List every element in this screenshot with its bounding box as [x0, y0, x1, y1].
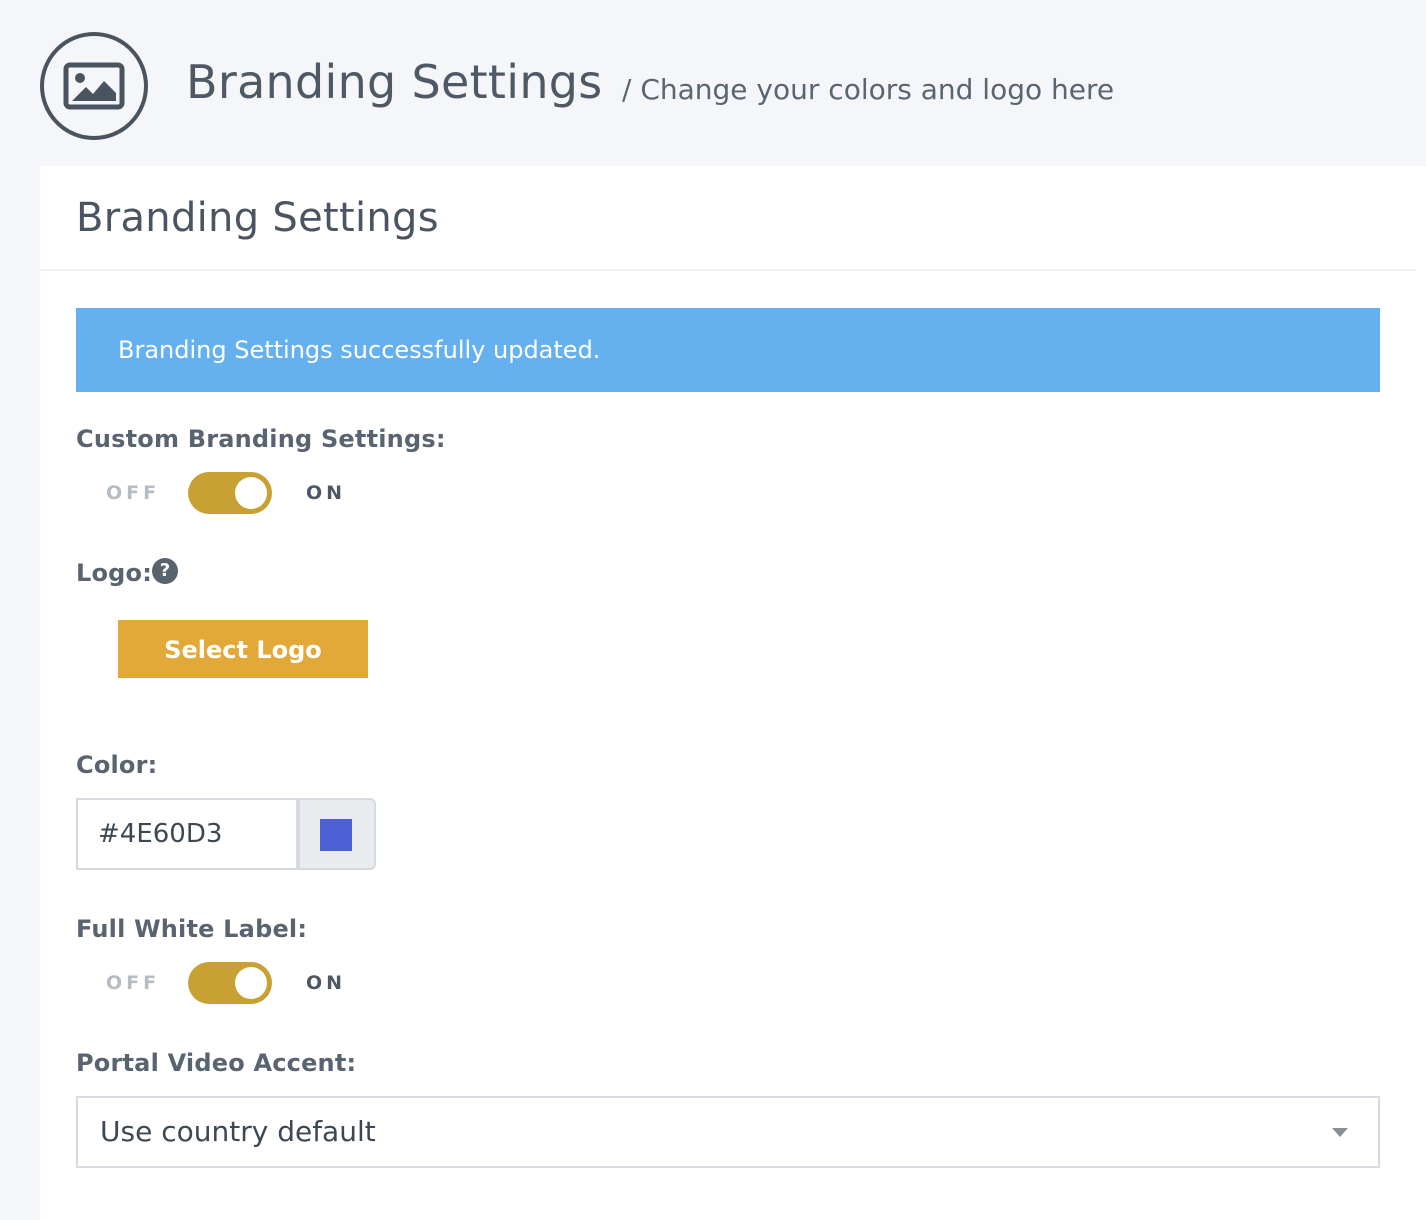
portal-video-accent-select[interactable]: Use country default	[76, 1096, 1380, 1168]
card-divider	[40, 269, 1416, 271]
custom-branding-label: Custom Branding Settings:	[76, 425, 446, 453]
switch-knob	[235, 477, 267, 509]
color-picker-button[interactable]	[298, 798, 376, 870]
success-alert: Branding Settings successfully updated.	[76, 308, 1380, 392]
custom-branding-switch[interactable]	[188, 472, 272, 514]
portal-video-accent-label: Portal Video Accent:	[76, 1049, 357, 1077]
card-title: Branding Settings	[76, 195, 439, 241]
full-white-label-off-label: OFF	[106, 972, 161, 994]
custom-branding-toggle-row: OFF ON	[76, 472, 476, 514]
color-hex-input[interactable]	[76, 798, 298, 870]
chevron-down-icon	[1332, 1128, 1348, 1137]
page-header: Branding Settings / Change your colors a…	[0, 0, 1426, 166]
full-white-label-label: Full White Label:	[76, 915, 308, 943]
full-white-label-switch[interactable]	[188, 962, 272, 1004]
color-label: Color:	[76, 751, 158, 779]
switch-knob	[235, 967, 267, 999]
image-icon	[40, 32, 148, 140]
question-circle-icon[interactable]: ?	[152, 558, 178, 584]
select-logo-button[interactable]: Select Logo	[118, 620, 368, 678]
branding-settings-card: Branding Settings Branding Settings succ…	[40, 166, 1426, 1220]
image-icon-glyph	[63, 62, 125, 110]
select-value: Use country default	[100, 1115, 376, 1148]
color-swatch	[320, 819, 352, 851]
logo-label: Logo:	[76, 559, 153, 587]
page-subtitle: / Change your colors and logo here	[622, 73, 1115, 106]
page-title: Branding Settings	[186, 55, 603, 109]
custom-branding-on-label: ON	[306, 482, 347, 504]
full-white-label-on-label: ON	[306, 972, 347, 994]
full-white-label-toggle-row: OFF ON	[76, 962, 476, 1004]
custom-branding-off-label: OFF	[106, 482, 161, 504]
